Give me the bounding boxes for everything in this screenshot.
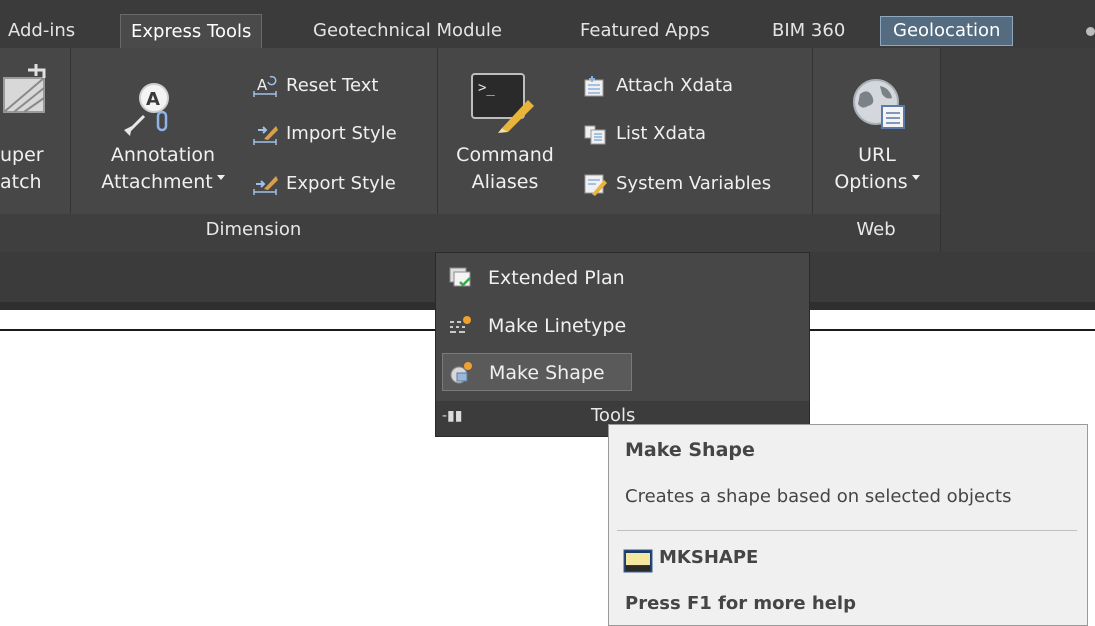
- attach-xdata-icon: [584, 76, 604, 97]
- make-shape-label: Make Shape: [489, 362, 605, 384]
- extended-plan-item[interactable]: Extended Plan: [442, 259, 692, 297]
- attach-xdata-label: Attach Xdata: [616, 75, 734, 96]
- make-shape-item[interactable]: Make Shape: [442, 353, 632, 391]
- export-style-label: Export Style: [286, 173, 396, 194]
- panel-title-blank: [0, 214, 70, 252]
- super-match-label-1: uper: [0, 144, 44, 166]
- command-window-icon: [623, 549, 653, 573]
- command-aliases-label-1: Command: [456, 144, 554, 166]
- panel-separator: [940, 48, 941, 252]
- tab-add-ins[interactable]: Add-ins: [8, 14, 75, 48]
- command-aliases-label-2: Aliases: [471, 171, 539, 193]
- web-panel-title[interactable]: Web: [812, 214, 940, 252]
- svg-text:A: A: [146, 89, 160, 110]
- super-match-label-2: atch: [0, 171, 42, 193]
- command-aliases-icon: >_: [471, 73, 534, 133]
- import-style-icon: [253, 126, 278, 145]
- chevron-down-icon[interactable]: [216, 175, 225, 180]
- extended-plan-label: Extended Plan: [488, 267, 625, 289]
- tools-panel-title-area: [437, 214, 812, 252]
- make-shape-icon: [450, 362, 472, 384]
- tooltip-help: Press F1 for more help: [625, 593, 856, 614]
- super-match-icon: [3, 64, 46, 113]
- svg-text:A: A: [257, 76, 268, 94]
- reset-text-icon: A: [253, 75, 277, 97]
- reset-text-label: Reset Text: [286, 75, 379, 96]
- system-variables-icon: [584, 174, 607, 196]
- list-xdata-label: List Xdata: [616, 123, 707, 144]
- tab-bim-360[interactable]: BIM 360: [772, 14, 845, 48]
- globe-icon: [853, 79, 905, 129]
- ribbon-tab-bar: Add-ins Express Tools Geotechnical Modul…: [0, 0, 1095, 50]
- tools-panel-dropdown: Extended Plan Make Linetype Make Shape -…: [435, 252, 810, 437]
- annotation-attachment-label-1: Annotation: [110, 144, 216, 166]
- list-xdata-icon: [584, 125, 606, 145]
- tooltip-command: MKSHAPE: [659, 547, 759, 568]
- url-options-label-2: Options: [834, 171, 908, 193]
- make-linetype-label: Make Linetype: [488, 315, 627, 337]
- make-linetype-icon: [450, 316, 471, 333]
- url-options-label-2-wrap: Options: [814, 169, 940, 196]
- make-shape-tooltip: Make Shape Creates a shape based on sele…: [608, 424, 1088, 626]
- dimension-panel-title[interactable]: Dimension: [70, 214, 437, 252]
- chevron-down-icon[interactable]: [911, 175, 920, 180]
- tooltip-divider: [617, 530, 1077, 531]
- extended-plan-icon: [449, 267, 471, 287]
- annotation-attachment-label-2-wrap: Attachment: [78, 169, 248, 196]
- url-options-button[interactable]: URL Options: [814, 48, 940, 214]
- annotation-attachment-icon: A: [124, 83, 169, 136]
- pin-icon[interactable]: -▮▮: [442, 401, 466, 431]
- url-options-label-1: URL: [858, 144, 896, 166]
- svg-text:>_: >_: [478, 80, 495, 96]
- system-variables-label: System Variables: [616, 173, 772, 194]
- overflow-dot-icon[interactable]: [1086, 27, 1095, 36]
- tab-express-tools[interactable]: Express Tools: [120, 14, 263, 50]
- annotation-attachment-label-2: Attachment: [101, 171, 213, 193]
- tab-geolocation[interactable]: Geolocation: [880, 16, 1014, 46]
- make-linetype-item[interactable]: Make Linetype: [442, 307, 692, 345]
- import-style-label: Import Style: [286, 123, 397, 144]
- tooltip-description: Creates a shape based on selected object…: [625, 486, 1012, 507]
- tab-featured-apps[interactable]: Featured Apps: [580, 14, 710, 48]
- tooltip-title: Make Shape: [625, 439, 755, 461]
- export-style-icon: [253, 176, 278, 195]
- command-aliases-button[interactable]: >_ Command Aliases: [440, 48, 570, 214]
- ribbon-empty-area: [940, 48, 1095, 252]
- tab-geotechnical-module[interactable]: Geotechnical Module: [313, 14, 502, 48]
- super-match-button[interactable]: uper atch: [0, 48, 70, 214]
- annotation-attachment-button[interactable]: A Annotation Attachment: [78, 48, 248, 214]
